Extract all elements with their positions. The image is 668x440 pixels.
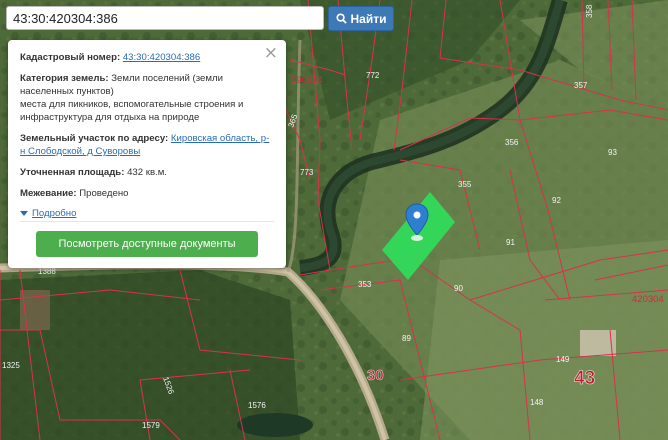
parcel-label: 1576	[248, 401, 266, 410]
parcel-label: 358	[585, 4, 594, 18]
parcel-label: 357	[574, 81, 588, 90]
parcel-label: 92	[552, 196, 561, 205]
address-label: Земельный участок по адресу:	[20, 133, 169, 144]
parcel-label: 149	[556, 355, 570, 364]
parcel-label: 772	[366, 71, 380, 80]
close-icon[interactable]: ×	[264, 44, 278, 62]
parcel-label: 590924	[291, 75, 323, 86]
parcel-label: 93	[608, 148, 617, 157]
search-button[interactable]: Найти	[328, 6, 394, 31]
cadastral-number-row: Кадастровый номер: 43:30:420304:386	[20, 51, 274, 64]
area-label: Уточненная площадь:	[20, 167, 125, 178]
details-toggle[interactable]: Подробно	[20, 208, 274, 219]
divider	[20, 221, 274, 222]
parcel-label: 773	[300, 168, 314, 177]
survey-value: Проведено	[79, 188, 129, 199]
search-button-label: Найти	[350, 11, 387, 26]
parcel-label: 356	[505, 138, 519, 147]
parcel-label: 1579	[142, 421, 160, 430]
area-value: 432 кв.м.	[127, 167, 167, 178]
district-number-label: 30	[367, 367, 384, 384]
area-row: Уточненная площадь: 432 кв.м.	[20, 166, 274, 179]
land-category-label: Категория земель:	[20, 73, 109, 84]
search-icon	[335, 13, 347, 24]
cadastral-number-label: Кадастровый номер:	[20, 52, 121, 63]
parcel-label: 355	[458, 180, 472, 189]
caret-down-icon	[20, 211, 28, 216]
parcel-label: 89	[402, 334, 411, 343]
block-number-label: 43	[574, 368, 595, 389]
parcel-info-card: × Кадастровый номер: 43:30:420304:386 Ка…	[8, 40, 286, 268]
details-link[interactable]: Подробно	[32, 208, 76, 219]
parcel-label: 353	[358, 280, 372, 289]
view-documents-button[interactable]: Посмотреть доступные документы	[36, 231, 258, 257]
parcel-label: 90	[454, 284, 463, 293]
address-row: Земельный участок по адресу: Кировская о…	[20, 132, 274, 158]
parcel-label: 91	[506, 238, 515, 247]
search-input[interactable]	[6, 6, 324, 30]
land-category-row: Категория земель: Земли поселений (земли…	[20, 72, 274, 124]
parcel-label: 1388	[38, 267, 56, 276]
land-usage-value: места для пикников, вспомогательные стро…	[20, 99, 244, 123]
parcel-label: 1325	[2, 361, 20, 370]
survey-label: Межевание:	[20, 188, 77, 199]
parcel-label: 420304	[632, 294, 664, 305]
parcel-label: 148	[530, 398, 544, 407]
cadastral-number-link[interactable]: 43:30:420304:386	[123, 52, 200, 63]
survey-row: Межевание: Проведено	[20, 187, 274, 200]
